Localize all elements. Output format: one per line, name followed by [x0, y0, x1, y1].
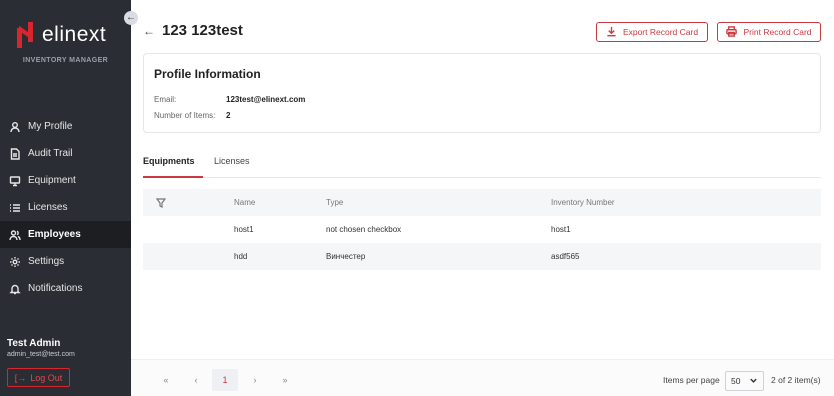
- table-header-row: Name Type Inventory Number: [143, 189, 821, 216]
- profile-title: Profile Information: [154, 67, 261, 81]
- current-user: Test Admin admin_test@test.com: [7, 338, 75, 358]
- cell-name: host1: [234, 225, 254, 234]
- items-per-page-select[interactable]: 50: [725, 371, 764, 391]
- users-icon: [9, 229, 21, 241]
- profile-information-card: Profile Information Email: 123test@eline…: [143, 53, 821, 133]
- user-name: Test Admin: [7, 338, 61, 349]
- items-per-page-label: Items per page: [663, 375, 720, 385]
- items-per-page-value: 50: [731, 376, 741, 386]
- email-label: Email:: [154, 95, 177, 104]
- sidebar-item-label: Settings: [28, 256, 65, 267]
- prev-page-button[interactable]: ‹: [183, 369, 209, 391]
- logo: elinext: [17, 22, 106, 48]
- logout-icon: [→: [14, 372, 27, 383]
- equipment-table: Name Type Inventory Number host1 not cho…: [143, 189, 821, 270]
- gear-icon: [9, 256, 21, 268]
- document-icon: [9, 147, 21, 160]
- table-row[interactable]: host1 not chosen checkbox host1: [143, 216, 821, 243]
- export-record-card-button[interactable]: Export Record Card: [596, 22, 708, 42]
- tab-label: Licenses: [214, 156, 250, 166]
- active-tab-indicator: [143, 176, 203, 178]
- sidebar-item-label: Audit Trail: [28, 148, 73, 159]
- pagination-bar: « ‹ 1 › » Items per page 50 2 of 2 item(…: [131, 359, 834, 396]
- sidebar-item-label: Equipment: [28, 175, 76, 186]
- cell-name: hdd: [234, 252, 248, 261]
- chevron-down-icon: [749, 376, 758, 387]
- column-header-type[interactable]: Type: [326, 189, 343, 216]
- page-title: 123 123test: [162, 22, 243, 39]
- collapse-sidebar-button[interactable]: ←: [124, 11, 138, 25]
- monitor-icon: [9, 175, 21, 187]
- page-header: ← 123 123test: [143, 22, 243, 39]
- tab-label: Equipments: [143, 156, 195, 166]
- current-page-button[interactable]: 1: [212, 369, 238, 391]
- table-row[interactable]: hdd Винчестер asdf565: [143, 243, 821, 270]
- back-arrow-icon[interactable]: ←: [143, 24, 155, 38]
- app-subtitle: INVENTORY MANAGER: [22, 57, 109, 64]
- export-label: Export Record Card: [622, 27, 699, 37]
- sidebar-nav: My Profile Audit Trail Equipment License…: [0, 113, 131, 302]
- column-header-name[interactable]: Name: [234, 189, 255, 216]
- logout-label: Log Out: [30, 372, 63, 383]
- items-count-value: 2: [226, 111, 231, 120]
- sidebar-item-equipment[interactable]: Equipment: [0, 167, 131, 194]
- user-email: admin_test@test.com: [7, 351, 75, 358]
- print-label: Print Record Card: [743, 27, 812, 37]
- printer-icon: [726, 25, 738, 39]
- sidebar-item-label: My Profile: [28, 121, 73, 132]
- cell-type: not chosen checkbox: [326, 225, 402, 234]
- sidebar-item-notifications[interactable]: Notifications: [0, 275, 131, 302]
- list-icon: [9, 202, 21, 214]
- logo-text: elinext: [42, 23, 107, 46]
- cell-inventory-number: host1: [551, 225, 571, 234]
- tabs: Equipments Licenses: [143, 144, 821, 178]
- print-record-card-button[interactable]: Print Record Card: [717, 22, 821, 42]
- next-page-button[interactable]: ›: [242, 369, 268, 391]
- sidebar: elinext INVENTORY MANAGER My Profile Aud…: [0, 0, 131, 396]
- logo-mark-icon: [17, 22, 33, 48]
- filter-icon[interactable]: [156, 189, 166, 216]
- cell-type: Винчестер: [326, 252, 366, 261]
- tab-licenses[interactable]: Licenses: [214, 144, 250, 178]
- bell-icon: [9, 283, 21, 295]
- tab-equipments[interactable]: Equipments: [143, 144, 195, 178]
- sidebar-item-label: Employees: [28, 229, 81, 240]
- sidebar-item-label: Licenses: [28, 202, 68, 213]
- sidebar-item-employees[interactable]: Employees: [0, 221, 131, 248]
- cell-inventory-number: asdf565: [551, 252, 580, 261]
- column-header-inventory-number[interactable]: Inventory Number: [551, 189, 615, 216]
- item-count: 2 of 2 item(s): [771, 375, 821, 385]
- user-icon: [9, 121, 21, 133]
- sidebar-item-settings[interactable]: Settings: [0, 248, 131, 275]
- first-page-button[interactable]: «: [153, 369, 179, 391]
- last-page-button[interactable]: »: [272, 369, 298, 391]
- sidebar-item-my-profile[interactable]: My Profile: [0, 113, 131, 140]
- logout-button[interactable]: [→ Log Out: [7, 368, 70, 387]
- arrow-left-icon: ←: [126, 12, 136, 23]
- sidebar-item-licenses[interactable]: Licenses: [0, 194, 131, 221]
- sidebar-item-label: Notifications: [28, 283, 83, 294]
- items-count-label: Number of Items:: [154, 111, 216, 120]
- download-icon: [606, 26, 617, 39]
- email-value: 123test@elinext.com: [226, 95, 306, 104]
- sidebar-item-audit-trail[interactable]: Audit Trail: [0, 140, 131, 167]
